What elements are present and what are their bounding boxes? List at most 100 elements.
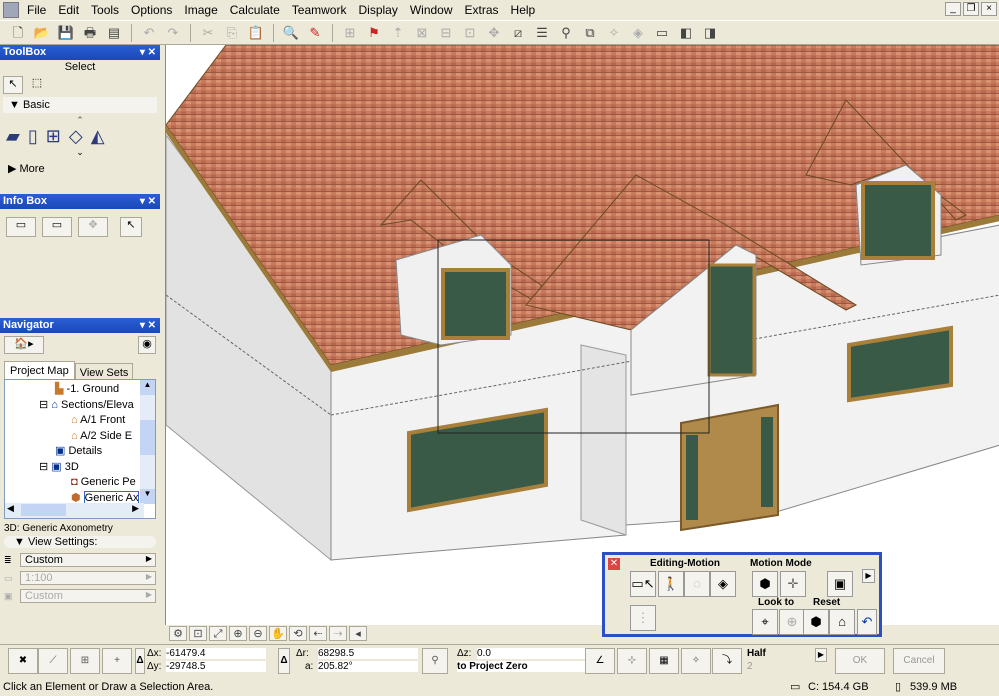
roof-tool-icon[interactable]: ◭ [91, 126, 105, 147]
home-icon[interactable]: ⌂ [829, 609, 855, 635]
gravity-menu-button[interactable]: ▶ [815, 648, 827, 662]
explore-icon[interactable]: ◈ [710, 571, 736, 597]
redo-icon[interactable]: ↷ [163, 23, 183, 43]
fit-in-window-icon[interactable]: ⤢ [209, 626, 227, 641]
zoom-back-icon[interactable]: ⇠ [309, 626, 327, 641]
reset-view-icon[interactable]: ⬢ [803, 609, 829, 635]
magic-icon[interactable]: ✧ [604, 23, 624, 43]
3d-viewport[interactable] [165, 45, 999, 625]
scroll-down-icon[interactable]: ⌄ [0, 147, 160, 158]
save-icon[interactable]: 💾 [56, 23, 76, 43]
panel-close-icon[interactable]: ▾ ✕ [140, 318, 156, 333]
menu-options[interactable]: Options [125, 3, 178, 17]
zoom-in-icon[interactable]: ⊕ [229, 626, 247, 641]
tab-view-sets[interactable]: View Sets [74, 363, 134, 379]
minimize-button[interactable]: _ [945, 2, 961, 16]
snap-icon[interactable]: ⋮ [630, 605, 656, 631]
cancel-input-icon[interactable]: ✖ [8, 648, 38, 674]
marker-icon[interactable]: ⚑ [364, 23, 384, 43]
menu-edit[interactable]: Edit [52, 3, 85, 17]
distribute-icon[interactable]: ⊡ [460, 23, 480, 43]
reference-select[interactable]: to Project Zero▶ [457, 661, 592, 672]
scroll-left-icon[interactable]: ◂ [349, 626, 367, 641]
menu-tools[interactable]: Tools [85, 3, 125, 17]
navigator-mode-icon[interactable]: 🏠▸ [4, 336, 44, 354]
tree-vertical-scrollbar[interactable]: ▲ ▼ [140, 380, 155, 504]
undo-view-icon[interactable]: ↶ [857, 609, 877, 635]
menu-file[interactable]: File [21, 3, 52, 17]
navigator-options-icon[interactable]: ◉ [138, 336, 156, 354]
ok-button[interactable]: OK [835, 648, 885, 674]
trim-icon[interactable]: ⧄ [508, 23, 528, 43]
plot-icon[interactable]: ▤ [104, 23, 124, 43]
collapse-icon[interactable]: ⊟ [39, 399, 48, 411]
walk-icon[interactable]: 🚶 [658, 571, 684, 597]
align-icon[interactable]: ⊟ [436, 23, 456, 43]
door-tool-icon[interactable]: ▯ [28, 126, 38, 147]
collapse-icon[interactable]: ⊟ [39, 461, 48, 473]
fly-mode-icon[interactable]: ✛ [780, 571, 806, 597]
look-to-target-icon[interactable]: ⌖ [752, 609, 778, 635]
tree-item-details[interactable]: ▣ Details [5, 444, 140, 460]
app-icon[interactable] [3, 2, 19, 18]
arrow-tool-icon[interactable]: ↖ [3, 76, 23, 94]
zoom-window-icon[interactable]: ⊡ [189, 626, 207, 641]
wall-tool-icon[interactable]: ▰ [6, 126, 20, 147]
open-icon[interactable]: 📂 [32, 23, 52, 43]
menu-display[interactable]: Display [352, 3, 403, 17]
dx-field[interactable]: -61479.4 [166, 648, 266, 659]
print-icon[interactable]: 🖶 [80, 23, 100, 43]
grid-icon[interactable]: ⊞ [70, 648, 100, 674]
tree-item-front[interactable]: ⌂ A/1 Front [5, 413, 140, 429]
drag-icon[interactable]: ✥ [484, 23, 504, 43]
solid-icon[interactable]: ◈ [628, 23, 648, 43]
orbit-mode-icon[interactable]: ⬢ [752, 571, 778, 597]
new-icon[interactable]: 🗋 [8, 23, 28, 43]
zoom-previous-icon[interactable]: ⟲ [289, 626, 307, 641]
more-section[interactable]: ▶ More [0, 162, 160, 175]
rotate-icon[interactable]: ✥ [78, 217, 108, 237]
window-3d-icon[interactable]: ▭ [652, 23, 672, 43]
pointer-icon[interactable]: ↖ [120, 217, 142, 237]
palette-menu-button[interactable]: ▶ [862, 569, 875, 583]
shade-icon[interactable]: ◨ [700, 23, 720, 43]
suspend-groups-icon[interactable]: ▦ [649, 648, 679, 674]
copy-icon[interactable]: ⎘ [222, 23, 242, 43]
gravity-icon[interactable]: ⤵ [712, 648, 742, 674]
view-options-icon[interactable]: ⚙ [169, 626, 187, 641]
relative-construction-icon[interactable]: ⊹ [617, 648, 647, 674]
menu-teamwork[interactable]: Teamwork [286, 3, 353, 17]
zoom-next-icon[interactable]: ⇢ [329, 626, 347, 641]
undo-icon[interactable]: ↶ [139, 23, 159, 43]
paste-icon[interactable]: 📋 [246, 23, 266, 43]
tree-item-3d[interactable]: ⊟ ▣ 3D [5, 460, 140, 476]
layer-combo-select[interactable]: Custom ▶ [20, 553, 156, 567]
menu-calculate[interactable]: Calculate [224, 3, 286, 17]
find-select-icon[interactable]: 🔍 [281, 23, 301, 43]
angle-field[interactable]: 205.82° [318, 661, 418, 672]
palette-close-button[interactable]: ✕ [608, 558, 620, 570]
tree-item-sections[interactable]: ⊟ ⌂ Sections/Eleva [5, 398, 140, 414]
tree-item-side[interactable]: ⌂ A/2 Side E [5, 429, 140, 445]
layers-icon[interactable]: ☰ [532, 23, 552, 43]
view-icon[interactable]: ◧ [676, 23, 696, 43]
marquee-tool-icon[interactable]: ⬚ [27, 76, 47, 94]
zoom-out-icon[interactable]: ⊖ [249, 626, 267, 641]
window-tool-icon[interactable]: ⊞ [46, 126, 61, 147]
cancel-button[interactable]: Cancel [893, 648, 945, 674]
menu-window[interactable]: Window [404, 3, 459, 17]
angle-constraint-icon[interactable]: ∠ [585, 648, 615, 674]
group-icon[interactable]: ⊞ [340, 23, 360, 43]
close-button[interactable]: × [981, 2, 997, 16]
elevation-icon[interactable]: ⚲ [422, 648, 448, 674]
magic-wand-icon[interactable]: ✧ [681, 648, 711, 674]
object-icon[interactable]: ▣ [827, 571, 853, 597]
basic-section[interactable]: ▼ Basic [3, 97, 157, 113]
model-view-select[interactable]: Custom ▶ [20, 589, 156, 603]
reference-line-icon[interactable]: ▭ [42, 217, 72, 237]
view-settings-toggle[interactable]: ▼ View Settings: [4, 536, 156, 548]
look-to-element-icon[interactable]: ⊕ [779, 609, 805, 635]
menu-help[interactable]: Help [505, 3, 542, 17]
scale-select[interactable]: 1:100 ▶ [20, 571, 156, 585]
explode-icon[interactable]: ⊠ [412, 23, 432, 43]
